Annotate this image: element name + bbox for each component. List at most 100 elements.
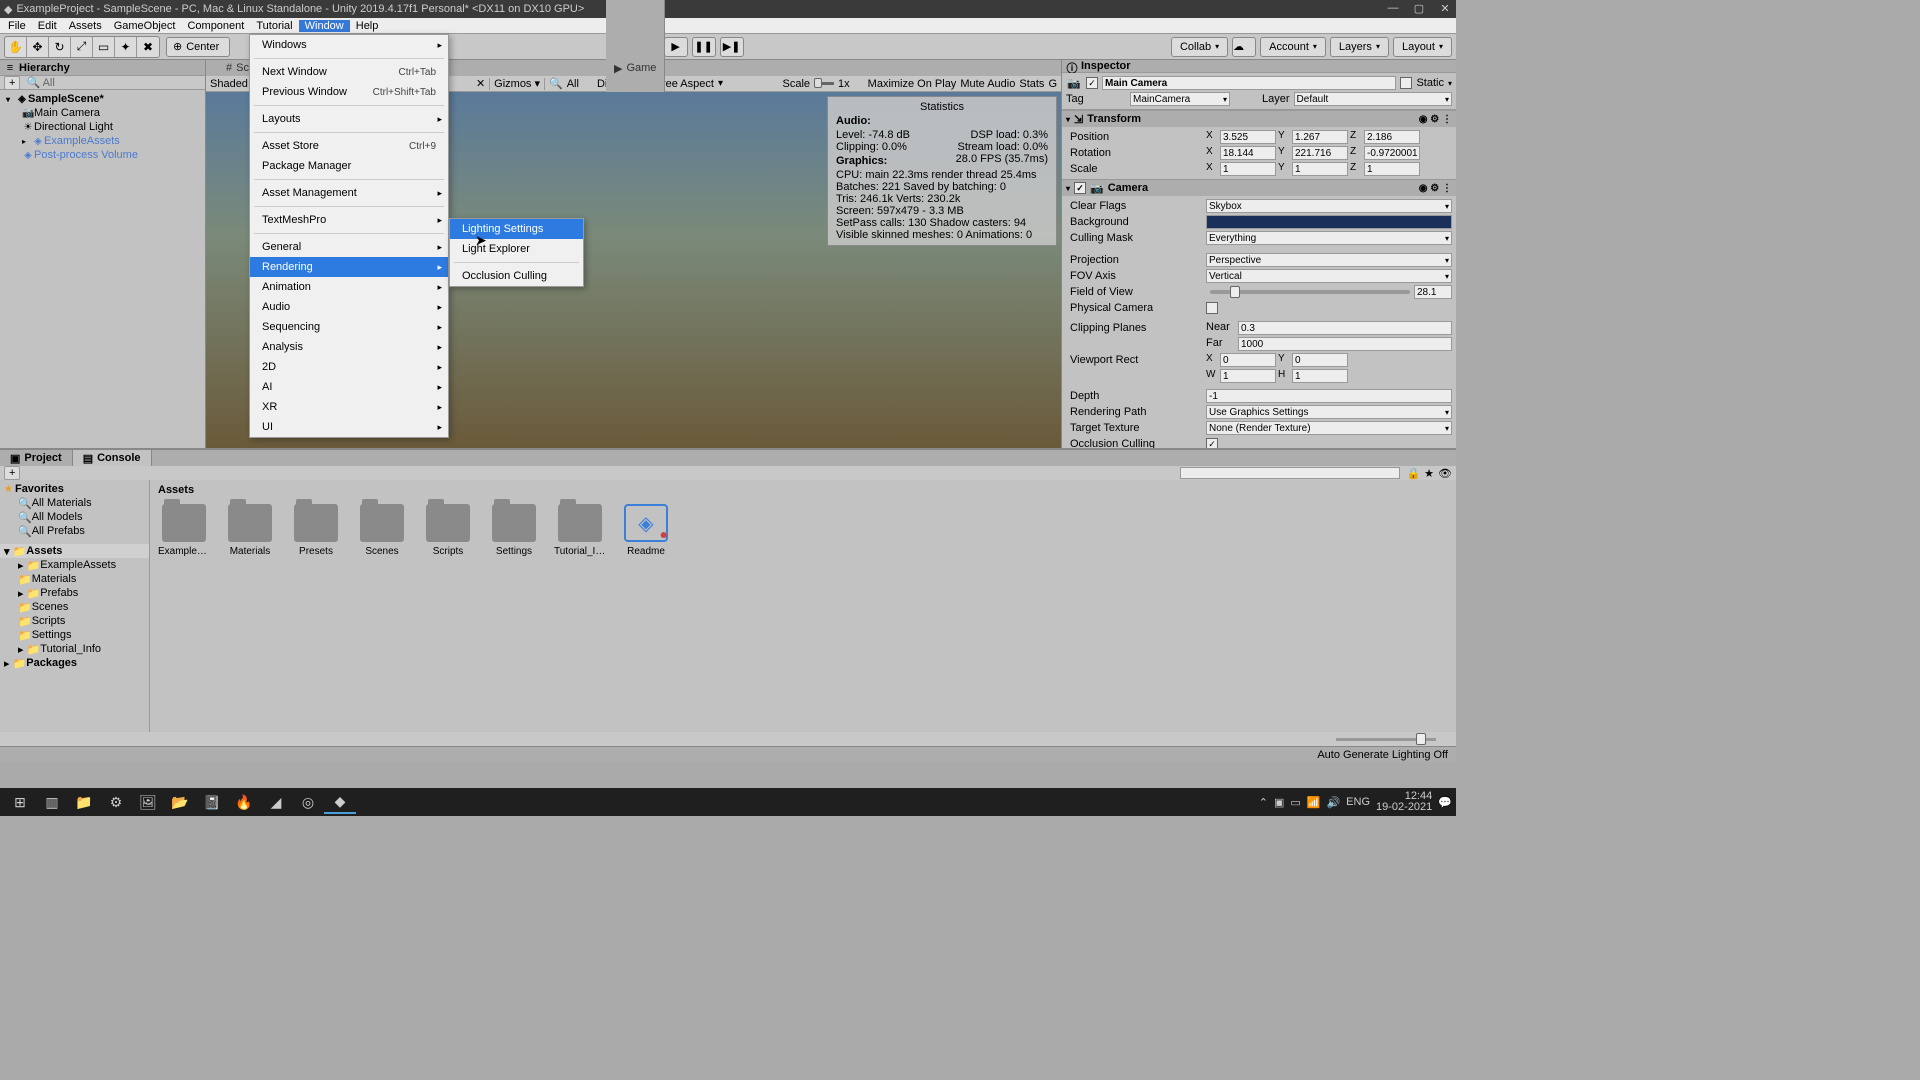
custom-tool-icon[interactable]: ✖: [137, 37, 159, 57]
tree-item[interactable]: 📁 Scripts: [0, 614, 149, 628]
close-button[interactable]: ✕: [1438, 2, 1452, 16]
scene-search-all[interactable]: All: [567, 78, 579, 90]
dd-asset-store[interactable]: Asset StoreCtrl+9: [250, 136, 448, 156]
search-star-icon[interactable]: ★: [1424, 467, 1434, 480]
rect-tool-icon[interactable]: ▭: [93, 37, 115, 57]
tray-cast-icon[interactable]: ▣: [1274, 796, 1284, 809]
project-search[interactable]: [1180, 467, 1400, 479]
unity-task-icon[interactable]: ◆: [324, 790, 356, 814]
vp-h[interactable]: 1: [1292, 369, 1348, 383]
tree-item[interactable]: ▸ 📁 Tutorial_Info: [0, 642, 149, 656]
targettex-field[interactable]: None (Render Texture): [1206, 421, 1452, 435]
dd-animation[interactable]: Animation▸: [250, 277, 448, 297]
tree-item[interactable]: ▸ 📁 Prefabs: [0, 586, 149, 600]
hierarchy-item[interactable]: ▸◈ExampleAssets: [0, 134, 205, 148]
file-item[interactable]: ExampleAs...: [158, 504, 210, 557]
dd-xr[interactable]: XR▸: [250, 397, 448, 417]
tray-language[interactable]: ENG: [1346, 796, 1370, 808]
physcam-check[interactable]: [1206, 302, 1218, 314]
occcull-check[interactable]: [1206, 438, 1218, 448]
tree-favorites[interactable]: ★Favorites: [0, 482, 149, 496]
dd-windows[interactable]: Windows▸: [250, 35, 448, 55]
dd-rendering[interactable]: Rendering▸: [250, 257, 448, 277]
inspector-tab[interactable]: ⓘInspector: [1062, 60, 1456, 73]
fov-slider[interactable]: [1210, 290, 1410, 294]
dd-textmeshpro[interactable]: TextMeshPro▸: [250, 210, 448, 230]
dd-ai[interactable]: AI▸: [250, 377, 448, 397]
file-item[interactable]: Materials: [224, 504, 276, 557]
pos-x[interactable]: 3.525: [1220, 130, 1276, 144]
camera-header[interactable]: ▾📷Camera ◉ ⚙ ⋮: [1062, 180, 1456, 196]
tree-item[interactable]: 📁 Settings: [0, 628, 149, 642]
near-field[interactable]: 0.3: [1238, 321, 1452, 335]
photos-icon[interactable]: 🖼: [132, 790, 164, 814]
rot-x[interactable]: 18.144: [1220, 146, 1276, 160]
vp-x[interactable]: 0: [1220, 353, 1276, 367]
projection-dropdown[interactable]: Perspective: [1206, 253, 1452, 267]
account-dropdown[interactable]: Account▾: [1260, 37, 1326, 57]
file-item[interactable]: Settings: [488, 504, 540, 557]
file-item[interactable]: ◈Readme: [620, 504, 672, 557]
rot-y[interactable]: 221.716: [1292, 146, 1348, 160]
fov-field[interactable]: 28.1: [1414, 285, 1452, 299]
onenote-icon[interactable]: 📓: [196, 790, 228, 814]
scene-shading[interactable]: Shaded: [210, 78, 248, 90]
scl-x[interactable]: 1: [1220, 162, 1276, 176]
stats-button[interactable]: Stats: [1019, 78, 1044, 90]
tree-packages[interactable]: ▸ 📁 Packages: [0, 656, 149, 670]
console-tab[interactable]: ▤Console: [73, 450, 152, 466]
hierarchy-item[interactable]: ☀Directional Light: [0, 120, 205, 134]
thumbnail-size-slider[interactable]: [1336, 738, 1436, 741]
menu-help[interactable]: Help: [350, 20, 385, 32]
rot-z[interactable]: -0.9720001: [1364, 146, 1420, 160]
dd-prev-window[interactable]: Previous WindowCtrl+Shift+Tab: [250, 82, 448, 102]
dd-general[interactable]: General▸: [250, 237, 448, 257]
file-item[interactable]: Tutorial_In...: [554, 504, 606, 557]
dd-analysis[interactable]: Analysis▸: [250, 337, 448, 357]
settings-icon[interactable]: ⚙: [100, 790, 132, 814]
file-item[interactable]: Scripts: [422, 504, 474, 557]
play-button[interactable]: ▶: [664, 37, 688, 57]
scale-slider[interactable]: [814, 78, 822, 88]
tray-wifi-icon[interactable]: 📶: [1307, 796, 1321, 809]
depth-field[interactable]: -1: [1206, 389, 1452, 403]
dd-light-explorer[interactable]: Light Explorer: [450, 239, 583, 259]
breadcrumb[interactable]: Assets: [154, 484, 1452, 498]
dd-asset-management[interactable]: Asset Management▸: [250, 183, 448, 203]
tree-item[interactable]: ▸ 📁 ExampleAssets: [0, 558, 149, 572]
maximize-on-play[interactable]: Maximize On Play: [868, 78, 957, 90]
collab-dropdown[interactable]: Collab▾: [1171, 37, 1228, 57]
file-item[interactable]: Scenes: [356, 504, 408, 557]
firefox-icon[interactable]: 🔥: [228, 790, 260, 814]
renderpath-dropdown[interactable]: Use Graphics Settings: [1206, 405, 1452, 419]
files-icon[interactable]: 📂: [164, 790, 196, 814]
tray-notifications-icon[interactable]: 💬: [1438, 796, 1452, 809]
file-item[interactable]: Presets: [290, 504, 342, 557]
tray-battery-icon[interactable]: ▭: [1290, 796, 1300, 809]
hierarchy-tab[interactable]: ≡Hierarchy: [0, 60, 205, 76]
dd-layouts[interactable]: Layouts▸: [250, 109, 448, 129]
hierarchy-scene[interactable]: ▾◈SampleScene*: [0, 92, 205, 106]
fovaxis-dropdown[interactable]: Vertical: [1206, 269, 1452, 283]
static-checkbox[interactable]: [1400, 77, 1412, 89]
explorer-icon[interactable]: 📁: [68, 790, 100, 814]
pause-button[interactable]: ❚❚: [692, 37, 716, 57]
tray-chevron-icon[interactable]: ⌃: [1259, 796, 1268, 809]
menu-file[interactable]: File: [2, 20, 32, 32]
far-field[interactable]: 1000: [1238, 337, 1452, 351]
minimize-button[interactable]: —: [1386, 2, 1400, 16]
dd-next-window[interactable]: Next WindowCtrl+Tab: [250, 62, 448, 82]
scene-close-icon[interactable]: ✕: [476, 77, 485, 90]
rotate-tool-icon[interactable]: ↻: [49, 37, 71, 57]
scale-tool-icon[interactable]: ⤢: [71, 37, 93, 57]
project-create[interactable]: +: [4, 466, 20, 480]
hand-tool-icon[interactable]: ✋: [5, 37, 27, 57]
dd-lighting-settings[interactable]: Lighting Settings: [450, 219, 583, 239]
gizmos-g[interactable]: G: [1048, 78, 1057, 90]
camera-enabled[interactable]: [1074, 182, 1086, 194]
dd-occlusion-culling[interactable]: Occlusion Culling: [450, 266, 583, 286]
gameobject-name-field[interactable]: Main Camera: [1102, 76, 1396, 90]
menu-assets[interactable]: Assets: [63, 20, 108, 32]
dd-2d[interactable]: 2D▸: [250, 357, 448, 377]
tree-item[interactable]: 🔍 All Models: [0, 510, 149, 524]
